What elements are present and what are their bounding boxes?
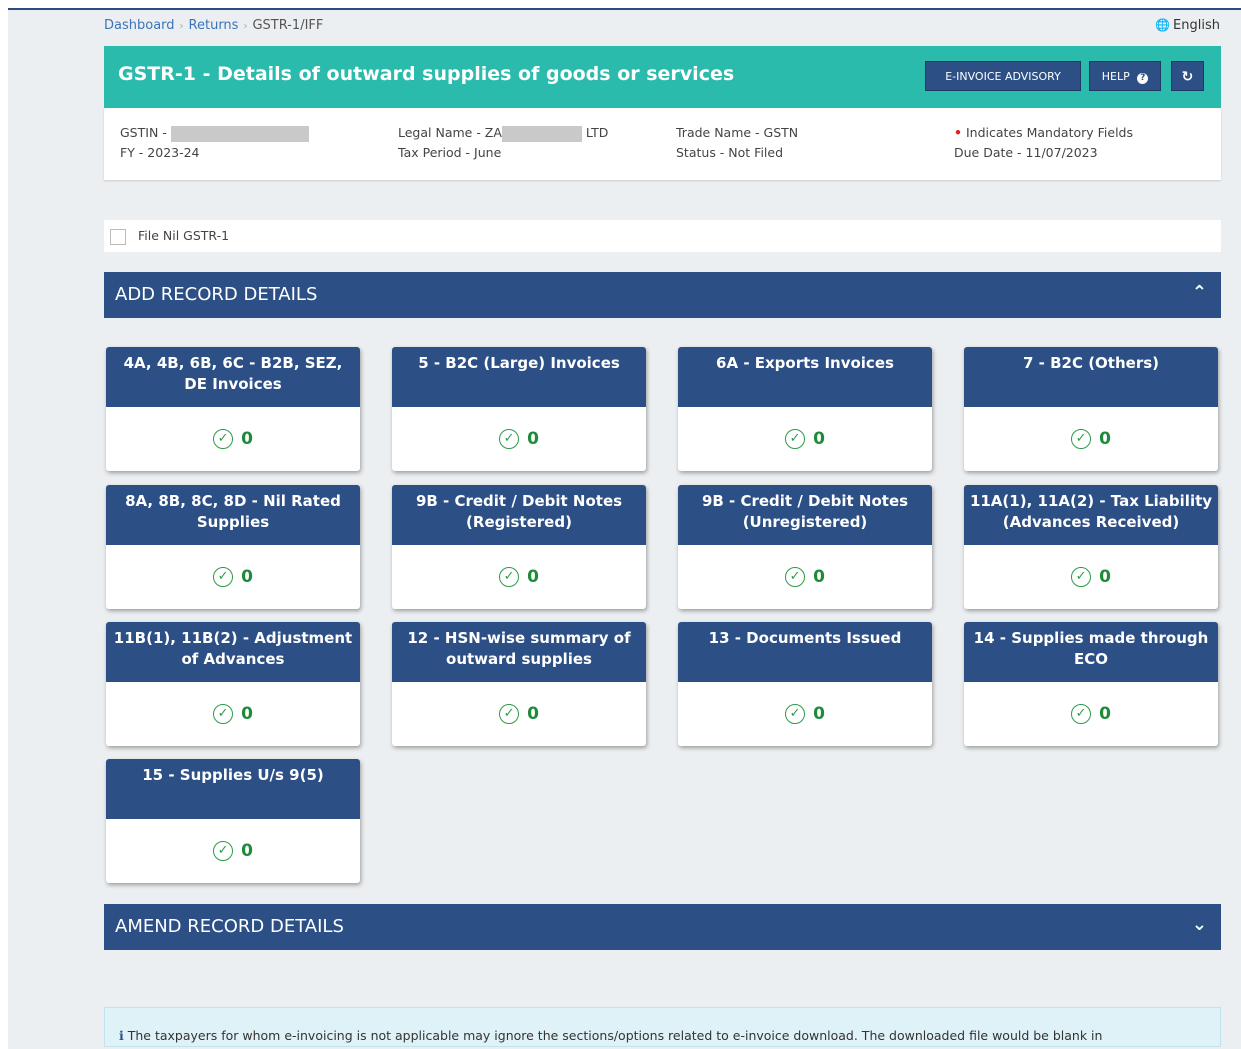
help-button[interactable]: HELP ?	[1089, 61, 1161, 91]
tile-nil-rated[interactable]: 8A, 8B, 8C, 8D - Nil Rated Supplies ✓ 0	[106, 485, 360, 609]
tile-tax-liability[interactable]: 11A(1), 11A(2) - Tax Liability (Advances…	[964, 485, 1218, 609]
chevron-down-icon: ⌄	[1191, 914, 1207, 935]
check-circle-icon: ✓	[785, 429, 806, 449]
tile-b2b[interactable]: 4A, 4B, 6B, 6C - B2B, SEZ, DE Invoices ✓…	[106, 347, 360, 471]
einvoice-note: ℹ The taxpayers for whom e-invoicing is …	[104, 1007, 1221, 1047]
mandatory-marker: •	[954, 125, 962, 140]
page-header: GSTR-1 - Details of outward supplies of …	[104, 46, 1221, 108]
language-label: English	[1173, 18, 1220, 33]
tile-title: 9B - Credit / Debit Notes (Unregistered)	[678, 485, 932, 545]
amend-record-section-header[interactable]: AMEND RECORD DETAILS ⌄	[104, 904, 1221, 950]
amend-record-title: AMEND RECORD DETAILS	[115, 916, 344, 937]
trade-name: Trade Name - GSTN	[676, 125, 799, 140]
mandatory-note: Indicates Mandatory Fields	[965, 125, 1133, 140]
breadcrumb: Dashboard › Returns › GSTR-1/IFF	[104, 18, 324, 33]
tile-b2c-others[interactable]: 7 - B2C (Others) ✓ 0	[964, 347, 1218, 471]
check-circle-icon: ✓	[213, 429, 234, 449]
tile-title: 4A, 4B, 6B, 6C - B2B, SEZ, DE Invoices	[106, 347, 360, 407]
tile-count: 0	[1099, 429, 1111, 449]
add-record-section-header[interactable]: ADD RECORD DETAILS ⌃	[104, 272, 1221, 318]
legal-name-redacted	[501, 125, 582, 142]
financial-year: FY - 2023-24	[120, 145, 200, 160]
check-circle-icon: ✓	[499, 567, 520, 587]
file-nil-checkbox[interactable]	[110, 229, 126, 245]
tile-adjustment-advances[interactable]: 11B(1), 11B(2) - Adjustment of Advances …	[106, 622, 360, 746]
check-circle-icon: ✓	[785, 567, 806, 587]
tile-count: 0	[241, 429, 253, 449]
legal-name-suffix: LTD	[585, 125, 609, 140]
refresh-icon: ↻	[1181, 69, 1194, 85]
language-selector[interactable]: 🌐 English	[1155, 18, 1220, 33]
check-circle-icon: ✓	[499, 704, 520, 724]
info-icon: ℹ	[119, 1028, 124, 1043]
add-record-title: ADD RECORD DETAILS	[115, 284, 318, 305]
check-circle-icon: ✓	[213, 567, 234, 587]
tile-title: 11A(1), 11A(2) - Tax Liability (Advances…	[964, 485, 1218, 545]
einvoice-note-text: The taxpayers for whom e-invoicing is no…	[127, 1028, 1103, 1043]
tile-exports[interactable]: 6A - Exports Invoices ✓ 0	[678, 347, 932, 471]
tile-cdn-unregistered[interactable]: 9B - Credit / Debit Notes (Unregistered)…	[678, 485, 932, 609]
due-date: Due Date - 11/07/2023	[954, 145, 1098, 160]
check-circle-icon: ✓	[1071, 567, 1092, 587]
breadcrumb-dashboard[interactable]: Dashboard	[104, 18, 175, 33]
return-info-bar: GSTIN - FY - 2023-24 Legal Name - ZA LTD…	[104, 108, 1221, 180]
tax-period: Tax Period - June	[398, 145, 502, 160]
check-circle-icon: ✓	[785, 704, 806, 724]
check-circle-icon: ✓	[213, 704, 234, 724]
tile-title: 12 - HSN-wise summary of outward supplie…	[392, 622, 646, 682]
globe-icon: 🌐	[1155, 18, 1171, 32]
tile-title: 6A - Exports Invoices	[678, 347, 932, 407]
tile-count: 0	[241, 704, 253, 724]
check-circle-icon: ✓	[499, 429, 520, 449]
breadcrumb-returns[interactable]: Returns	[189, 18, 239, 33]
tile-documents-issued[interactable]: 13 - Documents Issued ✓ 0	[678, 622, 932, 746]
refresh-button[interactable]: ↻	[1171, 61, 1204, 91]
tile-count: 0	[241, 567, 253, 587]
tile-supplies-9-5[interactable]: 15 - Supplies U/s 9(5) ✓ 0	[106, 759, 360, 883]
tile-title: 7 - B2C (Others)	[964, 347, 1218, 407]
tile-eco-supplies[interactable]: 14 - Supplies made through ECO ✓ 0	[964, 622, 1218, 746]
tile-title: 14 - Supplies made through ECO	[964, 622, 1218, 682]
tile-count: 0	[527, 429, 539, 449]
chevron-up-icon: ⌃	[1191, 282, 1207, 303]
breadcrumb-current: GSTR-1/IFF	[252, 18, 324, 33]
legal-name-prefix: Legal Name - ZA	[398, 125, 502, 140]
tile-count: 0	[813, 429, 825, 449]
tile-title: 13 - Documents Issued	[678, 622, 932, 682]
page-title: GSTR-1 - Details of outward supplies of …	[118, 63, 735, 85]
tile-count: 0	[241, 841, 253, 861]
file-nil-row: File Nil GSTR-1	[104, 220, 1221, 252]
tile-count: 0	[1099, 567, 1111, 587]
check-circle-icon: ✓	[1071, 429, 1092, 449]
gstin-label: GSTIN -	[120, 125, 167, 140]
tile-count: 0	[813, 704, 825, 724]
gstin-redacted	[170, 125, 309, 142]
tile-hsn-summary[interactable]: 12 - HSN-wise summary of outward supplie…	[392, 622, 646, 746]
tile-count: 0	[527, 567, 539, 587]
file-nil-label: File Nil GSTR-1	[138, 228, 230, 243]
help-icon: ?	[1137, 73, 1149, 84]
tile-b2c-large[interactable]: 5 - B2C (Large) Invoices ✓ 0	[392, 347, 646, 471]
filing-status: Status - Not Filed	[676, 145, 784, 160]
tile-title: 9B - Credit / Debit Notes (Registered)	[392, 485, 646, 545]
tile-title: 11B(1), 11B(2) - Adjustment of Advances	[106, 622, 360, 682]
tile-count: 0	[1099, 704, 1111, 724]
tile-title: 8A, 8B, 8C, 8D - Nil Rated Supplies	[106, 485, 360, 545]
help-label: HELP	[1101, 70, 1130, 83]
check-circle-icon: ✓	[213, 841, 234, 861]
tile-count: 0	[813, 567, 825, 587]
tile-title: 5 - B2C (Large) Invoices	[392, 347, 646, 407]
tile-cdn-registered[interactable]: 9B - Credit / Debit Notes (Registered) ✓…	[392, 485, 646, 609]
check-circle-icon: ✓	[1071, 704, 1092, 724]
tile-count: 0	[527, 704, 539, 724]
einvoice-advisory-button[interactable]: E-INVOICE ADVISORY	[925, 61, 1081, 91]
tile-title: 15 - Supplies U/s 9(5)	[106, 759, 360, 819]
